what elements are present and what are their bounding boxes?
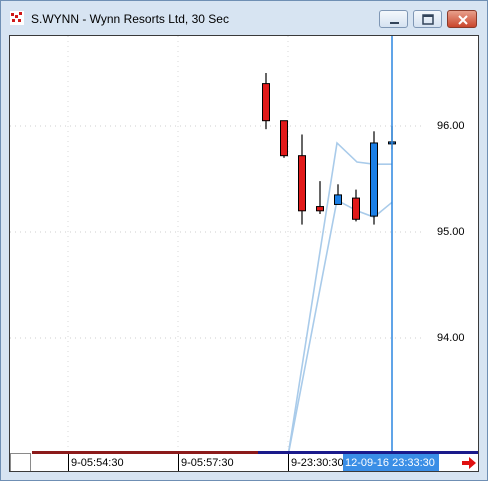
band-line-2 — [288, 198, 393, 451]
price-label-96: 96.00 — [437, 120, 465, 132]
time-label-2: 9-05:57:30 — [181, 457, 234, 469]
candle — [298, 134, 306, 225]
time-label-3: 9-23:30:30 — [291, 457, 344, 469]
window-title: S.WYNN - Wynn Resorts Ltd, 30 Sec — [31, 12, 229, 26]
axis-strip-red — [32, 451, 258, 454]
candle-body — [298, 155, 306, 212]
cursor-time-text: 12-09-16 23:33:30 — [345, 457, 435, 469]
candle — [352, 189, 360, 222]
candle — [334, 184, 342, 205]
candles — [262, 73, 396, 225]
candle-body — [370, 142, 378, 217]
price-label-95: 95.00 — [437, 226, 465, 238]
chart-app-icon — [10, 11, 24, 25]
candle — [370, 131, 378, 225]
cursor-time-label: 12-09-16 23:33:30 — [343, 454, 439, 471]
scroll-right-arrow-icon[interactable] — [461, 455, 477, 471]
time-tick — [178, 454, 179, 471]
time-label-1: 9-05:54:30 — [71, 457, 124, 469]
minimize-button[interactable] — [379, 10, 408, 28]
minimize-icon — [390, 22, 399, 24]
candle — [280, 120, 288, 158]
candle-body — [280, 120, 288, 157]
chart-window: S.WYNN - Wynn Resorts Ltd, 30 Sec 96.00 — [0, 0, 488, 481]
time-tick — [288, 454, 289, 471]
time-tick — [68, 454, 69, 471]
candle-body — [316, 206, 324, 212]
close-button[interactable] — [447, 10, 477, 28]
close-icon — [458, 15, 468, 25]
maximize-button[interactable] — [413, 10, 442, 28]
grid — [10, 36, 425, 451]
chart-area[interactable]: 96.00 95.00 94.00 9-05:54:30 9-05:57:30 … — [9, 35, 479, 472]
candle-body — [334, 194, 342, 205]
candle — [262, 73, 270, 130]
candle — [316, 181, 324, 214]
title-bar[interactable]: S.WYNN - Wynn Resorts Ltd, 30 Sec — [1, 1, 487, 35]
price-label-94: 94.00 — [437, 332, 465, 344]
candle-body — [262, 83, 270, 122]
candlestick-chart[interactable] — [10, 36, 479, 451]
candle-body — [352, 197, 360, 220]
maximize-icon — [422, 14, 434, 25]
time-axis-corner-box[interactable] — [10, 453, 31, 471]
